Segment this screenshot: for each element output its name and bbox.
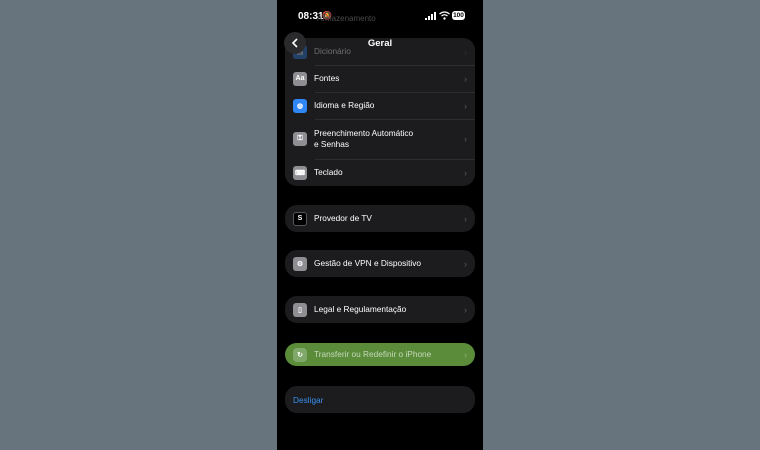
- row-legal[interactable]: ▯ Legal e Regulamentação ›: [285, 296, 475, 323]
- chevron-right-icon: ›: [464, 258, 467, 269]
- settings-group-shutdown: Desligar: [285, 386, 475, 413]
- row-label: Preenchimento Automático e Senhas: [314, 128, 413, 150]
- font-icon: Aa: [293, 71, 307, 86]
- globe-icon: ◍: [293, 98, 307, 113]
- row-label: Transferir ou Redefinir o iPhone: [314, 349, 432, 359]
- row-tv-provider[interactable]: S Provedor de TV ›: [285, 205, 475, 232]
- row-label: Teclado: [314, 167, 343, 177]
- chevron-right-icon: ›: [464, 213, 467, 224]
- phone-screen: 08:31 🔕 100 Armazenamento ▤ Dicionário ›…: [277, 0, 483, 450]
- settings-group-tv: S Provedor de TV ›: [285, 205, 475, 232]
- settings-group-reset: ↻ Transferir ou Redefinir o iPhone ›: [285, 343, 475, 366]
- page-title: Geral: [367, 38, 393, 49]
- keyboard-icon: ⌨: [293, 165, 307, 180]
- settings-group-vpn: ⚙ Gestão de VPN e Dispositivo ›: [285, 250, 475, 277]
- row-label-line1: Preenchimento Automático: [314, 128, 414, 138]
- wifi-icon: [439, 11, 450, 20]
- row-transfer-reset[interactable]: ↻ Transferir ou Redefinir o iPhone ›: [285, 343, 475, 366]
- row-label: Provedor de TV: [314, 213, 372, 223]
- chevron-right-icon: ›: [464, 349, 467, 360]
- row-label: Fontes: [314, 73, 340, 83]
- row-label: Idioma e Região: [314, 100, 375, 110]
- row-label-line2: e Senhas: [314, 139, 350, 149]
- chevron-right-icon: ›: [464, 167, 467, 178]
- row-fonts[interactable]: Aa Fontes ›: [285, 65, 475, 92]
- chevron-right-icon: ›: [464, 134, 467, 144]
- row-autofill-passwords[interactable]: ⚿ Preenchimento Automático e Senhas ›: [285, 119, 475, 159]
- row-keyboard[interactable]: ⌨ Teclado ›: [285, 159, 475, 186]
- row-vpn-device[interactable]: ⚙ Gestão de VPN e Dispositivo ›: [285, 250, 475, 277]
- key-icon: ⚿: [293, 132, 307, 146]
- shutdown-label: Desligar: [293, 394, 324, 405]
- signal-icon: [425, 12, 436, 20]
- chevron-right-icon: ›: [464, 73, 467, 84]
- faded-row-label: Armazenamento: [317, 14, 376, 23]
- row-label: Gestão de VPN e Dispositivo: [314, 258, 421, 268]
- settings-group-legal: ▯ Legal e Regulamentação ›: [285, 296, 475, 323]
- reset-icon: ↻: [293, 347, 307, 362]
- chevron-right-icon: ›: [464, 100, 467, 111]
- settings-group-1: ▤ Dicionário › Aa Fontes › ◍ Idioma e Re…: [285, 38, 475, 186]
- tv-provider-icon: S: [293, 211, 307, 226]
- row-label: Legal e Regulamentação: [314, 304, 407, 314]
- gear-icon: ⚙: [293, 256, 307, 271]
- status-bar: 08:31 🔕 100: [277, 0, 483, 34]
- battery-icon: 100: [452, 11, 465, 20]
- chevron-right-icon: ›: [464, 304, 467, 315]
- shutdown-button[interactable]: Desligar: [285, 386, 475, 413]
- row-language-region[interactable]: ◍ Idioma e Região ›: [285, 92, 475, 119]
- document-icon: ▯: [293, 302, 307, 317]
